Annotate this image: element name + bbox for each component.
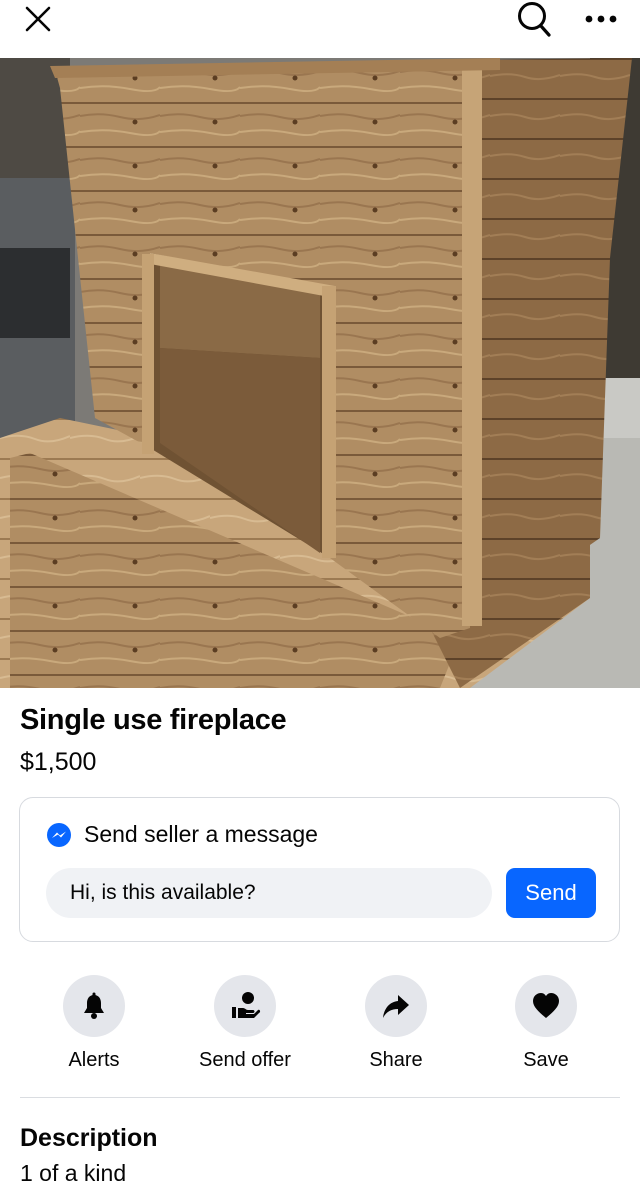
action-row: Alerts Send offer Share Save (0, 975, 640, 1075)
action-label: Alerts (68, 1049, 120, 1071)
message-heading-row: Send seller a message (46, 821, 318, 848)
listing-photo[interactable] (0, 58, 640, 688)
message-input[interactable] (46, 868, 492, 918)
offer-icon (232, 992, 261, 1018)
close-icon (25, 6, 51, 32)
wooden-fireplace-photo (0, 58, 640, 688)
action-label: Share (369, 1049, 423, 1071)
save-circle (515, 975, 577, 1037)
listing-price: $1,500 (20, 748, 97, 776)
share-button[interactable]: Share (321, 975, 471, 1072)
message-heading: Send seller a message (84, 821, 318, 847)
send-offer-button[interactable]: Send offer (170, 975, 320, 1072)
search-icon (518, 2, 551, 37)
send-offer-circle (214, 975, 276, 1037)
divider (20, 1097, 620, 1098)
share-circle (365, 975, 427, 1037)
alerts-circle (63, 975, 125, 1037)
action-label: Save (523, 1049, 569, 1071)
more-options-icon (585, 15, 617, 23)
share-arrow-icon (383, 995, 409, 1018)
alerts-button[interactable]: Alerts (19, 975, 169, 1072)
close-button[interactable] (18, 2, 58, 36)
more-options-button[interactable] (578, 4, 624, 34)
messenger-icon (47, 822, 71, 847)
action-label: Send offer (199, 1049, 291, 1071)
description-text: 1 of a kind (20, 1160, 127, 1186)
description-heading: Description (20, 1124, 158, 1152)
bell-icon (84, 992, 104, 1019)
listing-title: Single use fireplace (20, 704, 287, 736)
send-button[interactable]: Send (506, 868, 596, 918)
message-seller-card: Send seller a message Send (19, 797, 620, 942)
save-button[interactable]: Save (471, 975, 621, 1072)
heart-icon (533, 993, 559, 1018)
top-bar (0, 0, 640, 58)
search-button[interactable] (513, 0, 555, 38)
